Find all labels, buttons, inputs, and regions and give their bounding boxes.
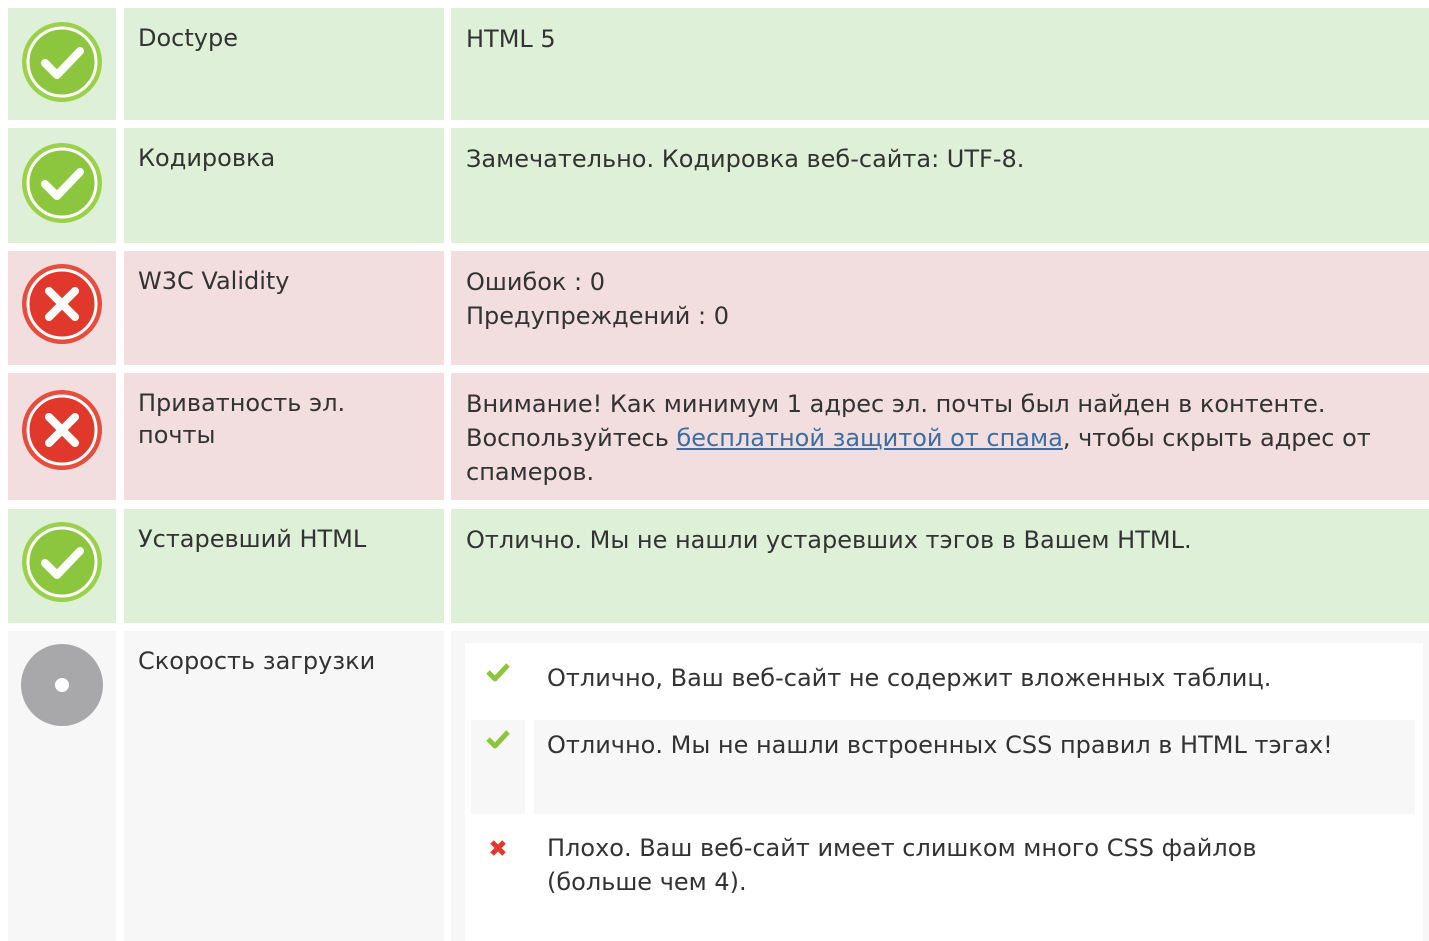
list-item-text: Плохо. Ваш веб-сайт имеет слишком много …: [547, 834, 1257, 896]
row-value: Внимание! Как минимум 1 адрес эл. почты …: [451, 373, 1429, 500]
row-w3c-validity: W3C Validity Ошибок : 0 Предупреждений :…: [0, 251, 1429, 365]
check-circle-icon: [21, 142, 103, 224]
speed-checks-list: Отлично, Ваш веб-сайт не содержит вложен…: [465, 643, 1423, 941]
list-item: Отлично. Мы не нашли встроенных CSS прав…: [471, 720, 1415, 814]
check-mark-icon: [471, 720, 525, 814]
row-value: Замечательно. Кодировка веб-сайта: UTF-8…: [451, 128, 1429, 243]
row-label: Приватность эл. почты: [124, 373, 444, 500]
row-label: Doctype: [124, 8, 444, 120]
row-deprecated-html: Устаревший HTML Отлично. Мы не нашли уст…: [0, 509, 1429, 623]
info-circle-icon: [21, 644, 103, 726]
row-label: Кодировка: [124, 128, 444, 243]
cross-mark-icon: [471, 823, 525, 915]
row-encoding: Кодировка Замечательно. Кодировка веб-са…: [0, 128, 1429, 243]
spam-protection-link[interactable]: бесплатной защитой от спама: [676, 424, 1062, 452]
row-label: W3C Validity: [124, 251, 444, 365]
row-value: HTML 5: [451, 8, 1429, 120]
list-item: Отлично, Ваш веб-сайт не содержит вложен…: [471, 653, 1415, 721]
check-mark-icon: [471, 653, 525, 721]
row-load-speed: Скорость загрузки Отлично, Ваш веб-сайт …: [0, 631, 1429, 941]
list-item: Плохо. Ваш веб-сайт имеет слишком много …: [471, 823, 1415, 915]
row-value: Отлично. Мы не нашли устаревших тэгов в …: [451, 509, 1429, 623]
row-label: Скорость загрузки: [124, 631, 444, 941]
warnings-count: Предупреждений : 0: [466, 302, 730, 330]
list-item-text: Отлично. Мы не нашли встроенных CSS прав…: [534, 720, 1415, 814]
list-item-text: Отлично, Ваш веб-сайт не содержит вложен…: [547, 664, 1272, 692]
row-email-privacy: Приватность эл. почты Внимание! Как мини…: [0, 373, 1429, 500]
x-circle-icon: [21, 263, 103, 345]
errors-count: Ошибок : 0: [466, 268, 606, 296]
row-value: Ошибок : 0 Предупреждений : 0: [451, 251, 1429, 365]
row-label: Устаревший HTML: [124, 509, 444, 623]
check-circle-icon: [21, 21, 103, 103]
row-doctype: Doctype HTML 5: [0, 8, 1429, 120]
seo-report-table: Doctype HTML 5 Кодировка Замечательно. К…: [0, 0, 1429, 941]
check-circle-icon: [21, 521, 103, 603]
x-circle-icon: [21, 389, 103, 471]
